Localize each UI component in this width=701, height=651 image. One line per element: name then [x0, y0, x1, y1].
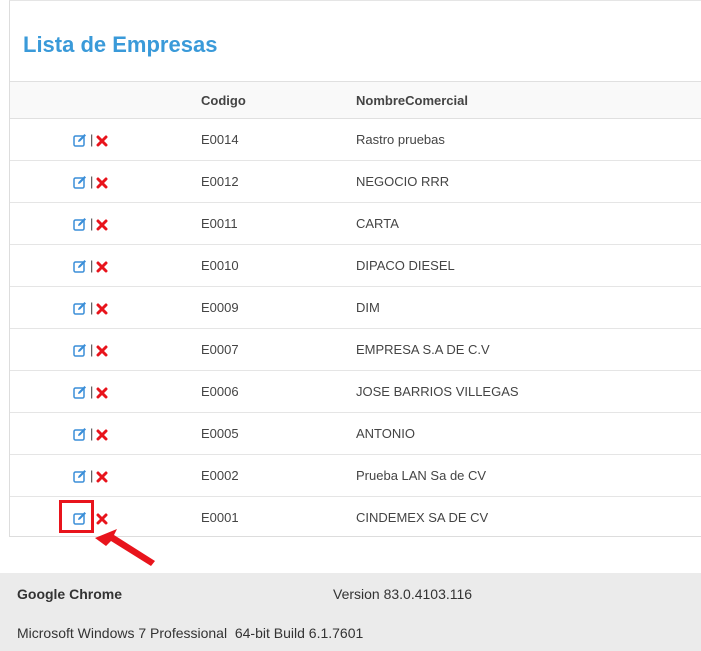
cell-nombre-comercial: NEGOCIO RRR	[356, 174, 450, 189]
row-actions: |	[73, 258, 108, 274]
action-separator: |	[90, 468, 94, 483]
row-actions: |	[73, 384, 108, 400]
annotation-highlight-box	[59, 500, 94, 533]
action-separator: |	[90, 174, 94, 189]
delete-x-icon[interactable]	[96, 470, 108, 483]
action-separator: |	[90, 300, 94, 315]
edit-icon[interactable]	[73, 217, 87, 231]
delete-x-icon[interactable]	[96, 512, 108, 525]
os-info: Microsoft Windows 7 Professional 64-bit …	[17, 625, 364, 641]
delete-x-icon[interactable]	[96, 260, 108, 273]
edit-icon[interactable]	[73, 427, 87, 441]
delete-x-icon[interactable]	[96, 218, 108, 231]
edit-icon[interactable]	[73, 385, 87, 399]
cell-codigo: E0010	[201, 258, 239, 273]
cell-codigo: E0005	[201, 426, 239, 441]
cell-codigo: E0007	[201, 342, 239, 357]
cell-nombre-comercial: CINDEMEX SA DE CV	[356, 510, 489, 525]
edit-icon[interactable]	[73, 259, 87, 273]
edit-icon[interactable]	[73, 175, 87, 189]
company-list-panel: Lista de Empresas Codigo NombreComercial…	[9, 0, 701, 537]
table-row: | E0012 NEGOCIO RRR	[10, 161, 701, 203]
row-actions: |	[73, 216, 108, 232]
cell-nombre-comercial: EMPRESA S.A DE C.V	[356, 342, 490, 357]
table-header: Codigo NombreComercial	[10, 81, 701, 119]
action-separator: |	[90, 342, 94, 357]
cell-codigo: E0002	[201, 468, 239, 483]
table-row: | E0002 Prueba LAN Sa de CV	[10, 455, 701, 497]
table-row: | E0005 ANTONIO	[10, 413, 701, 455]
edit-icon[interactable]	[73, 301, 87, 315]
row-actions: |	[73, 132, 108, 148]
edit-icon[interactable]	[73, 133, 87, 147]
cell-codigo: E0001	[201, 510, 239, 525]
delete-x-icon[interactable]	[96, 344, 108, 357]
row-actions: |	[73, 342, 108, 358]
cell-nombre-comercial: JOSE BARRIOS VILLEGAS	[356, 384, 519, 399]
edit-icon[interactable]	[73, 469, 87, 483]
delete-x-icon[interactable]	[96, 386, 108, 399]
cell-nombre-comercial: CARTA	[356, 216, 399, 231]
cell-codigo: E0011	[201, 216, 238, 231]
page-title: Lista de Empresas	[23, 32, 218, 57]
delete-x-icon[interactable]	[96, 428, 108, 441]
browser-name: Google Chrome	[17, 586, 123, 602]
row-actions: |	[73, 426, 108, 442]
table-row: | E0014 Rastro pruebas	[10, 119, 701, 161]
table-row: | E0006 JOSE BARRIOS VILLEGAS	[10, 371, 701, 413]
header-codigo: Codigo	[201, 93, 246, 108]
table-body: | E0014 Rastro pruebas | E0012 NEGOCIO RRR | E0…	[10, 119, 701, 539]
table-row: | E0010 DIPACO DIESEL	[10, 245, 701, 287]
action-separator: |	[90, 258, 94, 273]
table-row: | E0009 DIM	[10, 287, 701, 329]
action-separator: |	[90, 216, 94, 231]
cell-nombre-comercial: Prueba LAN Sa de CV	[356, 468, 487, 483]
action-separator: |	[90, 384, 94, 399]
row-actions: |	[73, 468, 108, 484]
delete-x-icon[interactable]	[96, 176, 108, 189]
cell-nombre-comercial: DIM	[356, 300, 380, 315]
cell-codigo: E0014	[201, 132, 239, 147]
action-separator: |	[90, 132, 94, 147]
delete-x-icon[interactable]	[96, 134, 108, 147]
table-row: | E0007 EMPRESA S.A DE C.V	[10, 329, 701, 371]
system-info-footer: Google Chrome Version 83.0.4103.116 Micr…	[0, 573, 701, 651]
table-row: | E0011 CARTA	[10, 203, 701, 245]
cell-codigo: E0012	[201, 174, 239, 189]
cell-nombre-comercial: DIPACO DIESEL	[356, 258, 455, 273]
cell-codigo: E0006	[201, 384, 239, 399]
cell-nombre-comercial: Rastro pruebas	[356, 132, 445, 147]
action-separator: |	[90, 426, 94, 441]
browser-version: Version 83.0.4103.116	[333, 586, 473, 602]
cell-nombre-comercial: ANTONIO	[356, 426, 415, 441]
edit-icon[interactable]	[73, 343, 87, 357]
cell-codigo: E0009	[201, 300, 239, 315]
delete-x-icon[interactable]	[96, 302, 108, 315]
header-nombre-comercial: NombreComercial	[356, 93, 468, 108]
row-actions: |	[73, 174, 108, 190]
red-arrow-icon	[95, 529, 155, 566]
row-actions: |	[73, 300, 108, 316]
